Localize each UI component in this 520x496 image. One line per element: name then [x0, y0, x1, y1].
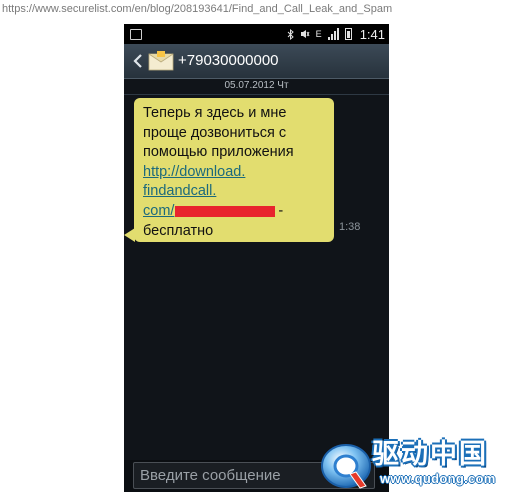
message-time: 1:38 — [339, 221, 361, 233]
battery-icon — [344, 28, 352, 40]
bluetooth-icon — [287, 28, 294, 40]
redaction-bar — [175, 205, 276, 217]
notification-icon — [130, 29, 142, 40]
back-icon[interactable] — [130, 52, 146, 70]
message-line: проще дозвониться с — [143, 124, 287, 141]
message-link[interactable]: findandcall. — [143, 182, 326, 202]
contact-name[interactable]: +79030000000 — [178, 50, 279, 72]
message-line: помощью приложения — [143, 144, 294, 161]
browser-url[interactable]: https://www.securelist.com/en/blog/20819… — [0, 0, 520, 18]
status-icons: E 1:41 — [287, 24, 385, 44]
mute-icon — [300, 30, 310, 38]
watermark-url: www.qudong.com — [380, 471, 496, 486]
message-line: Теперь я здесь и мне — [143, 105, 287, 121]
date-label: 05.07.2012 Чт — [224, 80, 289, 91]
conversation-header: +79030000000 — [124, 44, 389, 79]
message-link[interactable]: com/ — [143, 203, 174, 219]
date-divider: 05.07.2012 Чт — [124, 80, 389, 95]
signal-icon — [327, 28, 339, 40]
message-bubble[interactable]: Теперь я здесь и мне проще дозвониться с… — [134, 98, 334, 242]
watermark: 驱动中国 www.qudong.com — [316, 437, 520, 496]
network-type-icon: E — [315, 29, 322, 39]
watermark-title: 驱动中国 — [372, 439, 488, 470]
message-dash: - — [278, 202, 284, 219]
envelope-icon — [148, 51, 174, 71]
message-link[interactable]: http://download. — [143, 163, 326, 183]
message-line: бесплатно — [143, 222, 214, 239]
status-time: 1:41 — [359, 26, 385, 42]
qudong-logo-icon — [321, 444, 371, 489]
phone-screen: E 1:41 +79030000000 05.07.2012 Чт Теперь… — [124, 24, 389, 492]
status-bar: E 1:41 — [124, 24, 389, 44]
